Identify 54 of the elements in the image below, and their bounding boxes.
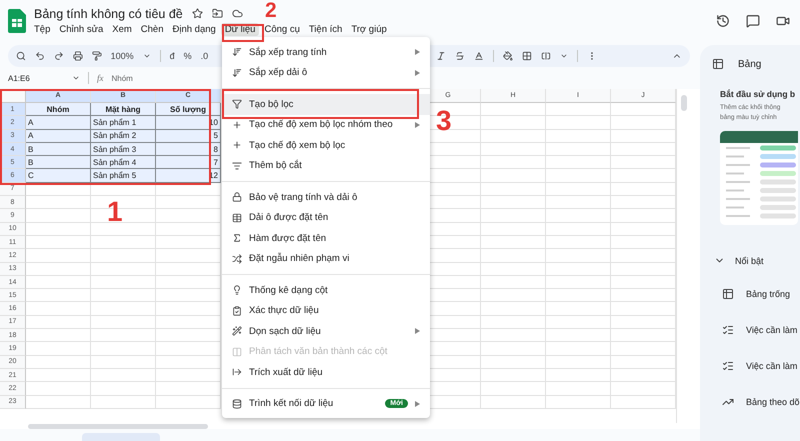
- menu-item[interactable]: Dải ô được đặt tên: [222, 208, 430, 228]
- menu-bar-item[interactable]: Trợ giúp: [347, 22, 391, 36]
- menu-bar-item[interactable]: Chỉnh sửa: [55, 22, 108, 36]
- zoom-select[interactable]: 100%: [110, 51, 134, 61]
- table-cell: C: [26, 169, 91, 183]
- table-cell: Sản phẩm 4: [91, 156, 156, 170]
- table-cell: B: [26, 142, 91, 156]
- table-cell: Sản phẩm 3: [91, 142, 156, 156]
- menu-bar-item[interactable]: Định dạng: [168, 22, 220, 36]
- table-cell: A: [26, 116, 91, 130]
- step-number: 2: [265, 0, 277, 21]
- table-cell: Sản phẩm 5: [91, 169, 156, 183]
- step-number: 1: [107, 198, 123, 226]
- table-cell: Mặt hàng: [91, 103, 156, 116]
- panel-title: Bảng: [738, 58, 762, 70]
- table-cell: Nhóm: [26, 103, 91, 116]
- menu-item[interactable]: Đặt ngẫu nhiên phạm vi: [222, 248, 430, 269]
- menu-bar-item[interactable]: Xem: [108, 22, 136, 36]
- table-cell: 7: [156, 156, 221, 170]
- menu-bar-item[interactable]: Công cụ: [260, 22, 304, 36]
- name-box[interactable]: A1:E6: [8, 74, 64, 82]
- menu-item[interactable]: Thống kê dạng cột: [222, 280, 430, 300]
- menu-item[interactable]: Xác thực dữ liệu: [222, 300, 430, 321]
- menu-item[interactable]: Tạo bộ lọc: [222, 94, 430, 114]
- menu-bar-item[interactable]: Tiện ích: [304, 22, 346, 36]
- section-label[interactable]: Nổi bật: [735, 256, 764, 266]
- template-item[interactable]: Bảng theo dõ: [746, 397, 800, 407]
- template-item[interactable]: Việc cần làm: [746, 361, 798, 371]
- currency-format[interactable]: đ: [170, 51, 175, 61]
- fx-label: fx: [97, 73, 104, 83]
- menu-item[interactable]: Trích xuất dữ liệu: [222, 362, 430, 382]
- menu-item[interactable]: Sắp xếp dải ô: [222, 62, 430, 83]
- menu-item[interactable]: Sắp xếp trang tính: [222, 42, 430, 62]
- template-item[interactable]: Bảng trống: [746, 289, 790, 299]
- table-cell: Sản phẩm 1: [91, 116, 156, 130]
- menu-item[interactable]: Bảo vệ trang tính và dải ô: [222, 187, 430, 208]
- menu-bar-item[interactable]: Chèn: [136, 22, 168, 36]
- menu-item[interactable]: Tạo chế độ xem bộ lọc: [222, 135, 430, 156]
- intro-title: Bắt đầu sử dụng b: [720, 89, 796, 99]
- table-cell: B: [26, 156, 91, 170]
- step-number: 3: [436, 107, 452, 135]
- document-title[interactable]: Bảng tính không có tiêu đề: [34, 6, 183, 20]
- template-item[interactable]: Việc cần làm: [746, 325, 798, 335]
- percent-format[interactable]: %: [184, 51, 192, 61]
- menu-item[interactable]: Thêm bộ cắt: [222, 156, 430, 176]
- menu-bar-item[interactable]: Tệp: [30, 22, 54, 36]
- menu-item[interactable]: Dọn sạch dữ liệu: [222, 321, 430, 342]
- table-cell: A: [26, 130, 91, 143]
- table-cell: 5: [156, 130, 221, 143]
- table-cell: Sản phẩm 2: [91, 130, 156, 143]
- formula-content[interactable]: Nhóm: [112, 74, 133, 82]
- table-cell: Số lượng: [156, 103, 221, 116]
- decimal-format[interactable]: .0: [200, 51, 208, 61]
- menu-item[interactable]: Hàm được đặt tên: [222, 228, 430, 248]
